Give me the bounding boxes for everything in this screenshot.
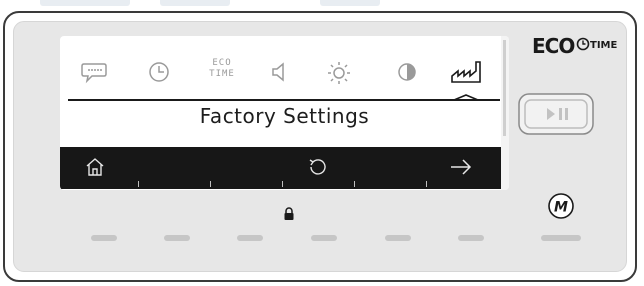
brand-clock-icon (576, 37, 590, 51)
softkey-divider (354, 181, 355, 187)
eco-time-line1: ECO (212, 58, 232, 68)
m-mode-icon: M (554, 200, 568, 216)
previous-screen-strip (0, 0, 644, 10)
softkey-bar (60, 147, 501, 189)
eco-time-logo: ECO TIME (532, 34, 618, 58)
softkey-divider (426, 181, 427, 187)
arrow-right-icon[interactable] (448, 157, 474, 177)
tab-underline (68, 99, 500, 101)
screen-title: Factory Settings (199, 104, 370, 128)
lcd-scrollbar-thumb (503, 40, 506, 136)
speaker-icon[interactable] (269, 60, 291, 84)
brand-eco-text: ECO (532, 34, 575, 58)
play-pause-button[interactable] (517, 92, 595, 136)
contrast-icon[interactable] (396, 60, 418, 84)
reset-icon[interactable] (307, 156, 329, 178)
softkey-divider (282, 181, 283, 187)
softkey-divider (138, 181, 139, 187)
lcd-display: ECO TIME Factory Settings (60, 36, 509, 190)
clock-icon[interactable] (147, 60, 171, 84)
tab-selected-notch (454, 94, 478, 101)
indicator-dash (541, 235, 581, 241)
brand-time-text: TIME (590, 40, 618, 51)
indicator-dash (164, 235, 190, 241)
speech-bubble-icon[interactable] (80, 60, 108, 84)
factory-icon[interactable] (449, 56, 485, 86)
indicator-dash (385, 235, 411, 241)
indicator-dash (91, 235, 117, 241)
mode-button[interactable]: M (547, 192, 575, 220)
indicator-dash (458, 235, 484, 241)
eco-time-icon[interactable]: ECO TIME (205, 58, 239, 80)
lcd-scrollbar (501, 36, 509, 190)
lock-icon (284, 207, 294, 220)
indicator-dash (311, 235, 337, 241)
home-icon[interactable] (84, 156, 106, 178)
sun-icon[interactable] (326, 60, 352, 86)
indicator-dash (237, 235, 263, 241)
eco-time-line2: TIME (209, 69, 235, 79)
softkey-divider (210, 181, 211, 187)
